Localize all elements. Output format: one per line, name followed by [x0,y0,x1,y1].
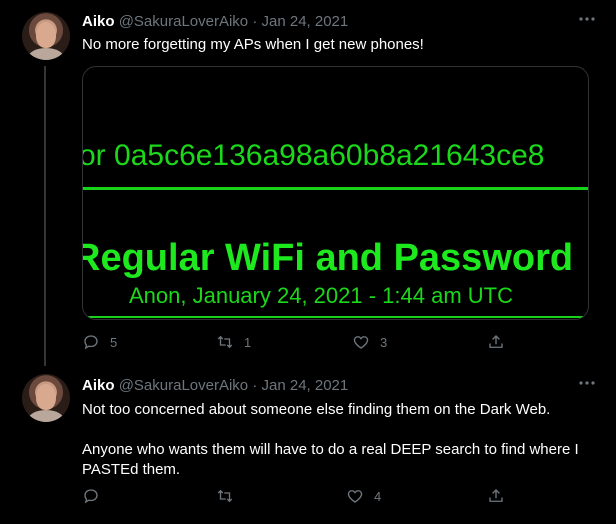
avatar-face [36,22,56,48]
display-name[interactable]: Aiko [82,13,115,30]
more-icon[interactable] [578,374,596,397]
retweet-button[interactable] [216,487,244,505]
heart-icon [347,490,363,503]
avatar-shoulders [28,48,64,60]
display-name[interactable]: Aiko [82,377,115,394]
thread-connector-line [44,66,46,366]
tweet-1[interactable]: Aiko @SakuraLoverAiko · Jan 24, 2021 No … [0,0,616,366]
share-button[interactable] [487,333,505,351]
retweet-icon [217,335,233,349]
reply-button[interactable]: 5 [82,333,117,351]
tweet-header: Aiko @SakuraLoverAiko · Jan 24, 2021 [82,13,348,30]
reply-button[interactable] [82,487,110,505]
tweet-2[interactable]: Aiko @SakuraLoverAiko · Jan 24, 2021 Not… [0,366,616,524]
like-button[interactable]: 4 [346,487,381,505]
share-icon [489,489,503,502]
media-title-line: Regular WiFi and Password [82,237,574,279]
tweet-actions: 4 [82,487,512,507]
retweet-button[interactable]: 1 [216,333,251,351]
tweet-date[interactable]: Jan 24, 2021 [262,13,349,30]
tweet-media-image[interactable]: or 0a5c6e136a98a60b8a21643ce8 Regular Wi… [82,66,589,320]
media-subtitle-line: Anon, January 24, 2021 - 1:44 am UTC [129,283,513,308]
avatar-face [36,384,56,410]
media-divider [83,187,588,190]
media-hash-line: or 0a5c6e136a98a60b8a21643ce8 [82,139,545,172]
media-bottom-rule [83,316,588,318]
separator-dot: · [252,13,258,30]
reply-count: 5 [110,334,118,350]
like-button[interactable]: 3 [352,333,387,351]
share-button[interactable] [487,487,505,505]
user-handle[interactable]: @SakuraLoverAiko [119,13,248,30]
tweet-text: No more forgetting my APs when I get new… [82,36,424,53]
tweet-header: Aiko @SakuraLoverAiko · Jan 24, 2021 [82,377,348,394]
reply-icon [84,335,98,350]
more-icon[interactable] [578,10,596,33]
tweet-text-paragraph-1: Not too concerned about someone else fin… [82,401,551,418]
like-count: 3 [380,334,388,350]
tweet-text-paragraph-2: Anyone who wants them will have to do a … [82,441,579,478]
share-icon [489,335,503,348]
avatar[interactable] [22,12,70,60]
retweet-icon [217,489,233,503]
like-count: 4 [374,488,382,504]
tweet-date[interactable]: Jan 24, 2021 [262,377,349,394]
heart-icon [353,336,369,349]
avatar-shoulders [28,410,64,422]
avatar[interactable] [22,374,70,422]
retweet-count: 1 [244,334,252,350]
user-handle[interactable]: @SakuraLoverAiko [119,377,248,394]
reply-icon [84,489,98,504]
separator-dot: · [252,377,258,394]
tweet-actions: 5 1 3 [82,333,512,353]
